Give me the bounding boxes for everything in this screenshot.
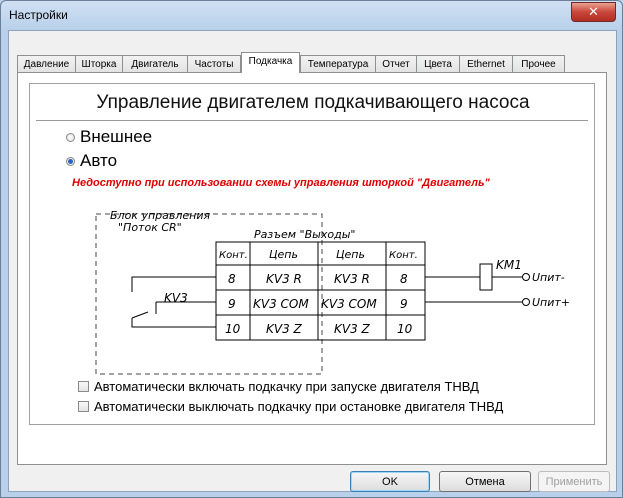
tab-report[interactable]: Отчет (375, 55, 417, 72)
tab-other[interactable]: Прочее (512, 55, 565, 72)
tab-temperature[interactable]: Температура (300, 55, 376, 72)
checkbox-auto-on-box[interactable] (78, 381, 89, 392)
checkbox-auto-off-box[interactable] (78, 401, 89, 412)
wiring-diagram: Блок управления "Поток CR" Разъем "Выход… (95, 209, 570, 375)
terminal-minus (522, 273, 530, 281)
connector-label: Разъем "Выходы" (254, 228, 355, 241)
window-title: Настройки (9, 8, 68, 22)
cancel-button[interactable]: Отмена (439, 471, 531, 492)
plus-label: Uпит+ (532, 296, 570, 309)
settings-window: Настройки ✕ Давление Шторка Двигатель Ча… (0, 0, 623, 498)
col-header-circuit-right: Цепь (336, 248, 365, 261)
cont-right-10: 10 (397, 322, 413, 336)
terminal-plus (522, 298, 530, 306)
cont-left-10: 10 (225, 322, 241, 336)
tab-panel-pumping: Управление двигателем подкачивающего нас… (17, 72, 607, 465)
checkbox-auto-off[interactable]: Автоматически выключать подкачку при ост… (78, 399, 504, 414)
circuit-right-kv3com: KV3 COM (321, 297, 377, 311)
tab-ethernet[interactable]: Ethernet (459, 55, 513, 72)
minus-label: Uпит- (532, 271, 565, 284)
title-bar[interactable]: Настройки ✕ (1, 1, 622, 29)
relay-label: KV3 (164, 291, 188, 305)
apply-button[interactable]: Применить (538, 471, 610, 492)
cont-left-9: 9 (228, 297, 236, 311)
close-icon: ✕ (588, 4, 599, 19)
ok-button[interactable]: OK (350, 471, 430, 492)
cont-right-9: 9 (400, 297, 408, 311)
radio-external-label: Внешнее (80, 127, 153, 146)
checkbox-auto-off-label: Автоматически выключать подкачку при ост… (94, 399, 504, 414)
radio-external[interactable]: Внешнее (66, 127, 153, 147)
close-button[interactable]: ✕ (571, 2, 616, 22)
cont-left-8: 8 (228, 272, 236, 286)
km1-coil (479, 263, 493, 291)
heading-divider (36, 120, 588, 121)
cont-right-8: 8 (400, 272, 408, 286)
circuit-left-kv3r: KV3 R (266, 272, 302, 286)
circuit-left-kv3z: KV3 Z (266, 322, 303, 336)
dialog-client: Давление Шторка Двигатель Частоты Подкач… (8, 30, 617, 492)
coil-label: KM1 (496, 258, 522, 272)
tab-colors[interactable]: Цвета (416, 55, 460, 72)
block-label-2: "Поток CR" (118, 221, 182, 234)
section-heading: Управление двигателем подкачивающего нас… (96, 92, 530, 113)
tab-pumping[interactable]: Подкачка (241, 52, 300, 73)
col-header-cont-right: Конт. (389, 250, 418, 261)
checkbox-auto-on-label: Автоматически включать подкачку при запу… (94, 379, 479, 394)
col-header-circuit-left: Цепь (269, 248, 298, 261)
tab-engine[interactable]: Двигатель (122, 55, 188, 72)
tab-pressure[interactable]: Давление (17, 55, 76, 72)
warning-text: Недоступно при использовании схемы управ… (72, 177, 490, 189)
relay-contacts (131, 276, 216, 328)
radio-external-indicator[interactable] (66, 133, 75, 142)
circuit-right-kv3r: KV3 R (334, 272, 370, 286)
radio-auto[interactable]: Авто (66, 151, 118, 171)
tab-shutter[interactable]: Шторка (75, 55, 123, 72)
col-header-cont-left: Конт. (219, 250, 248, 261)
checkbox-auto-on[interactable]: Автоматически включать подкачку при запу… (78, 379, 479, 394)
settings-group: Управление двигателем подкачивающего нас… (29, 83, 595, 425)
circuit-right-kv3z: KV3 Z (334, 322, 371, 336)
circuit-left-kv3com: KV3 COM (253, 297, 309, 311)
radio-auto-indicator[interactable] (66, 157, 75, 166)
radio-auto-label: Авто (80, 151, 118, 170)
tab-frequencies[interactable]: Частоты (187, 55, 241, 72)
